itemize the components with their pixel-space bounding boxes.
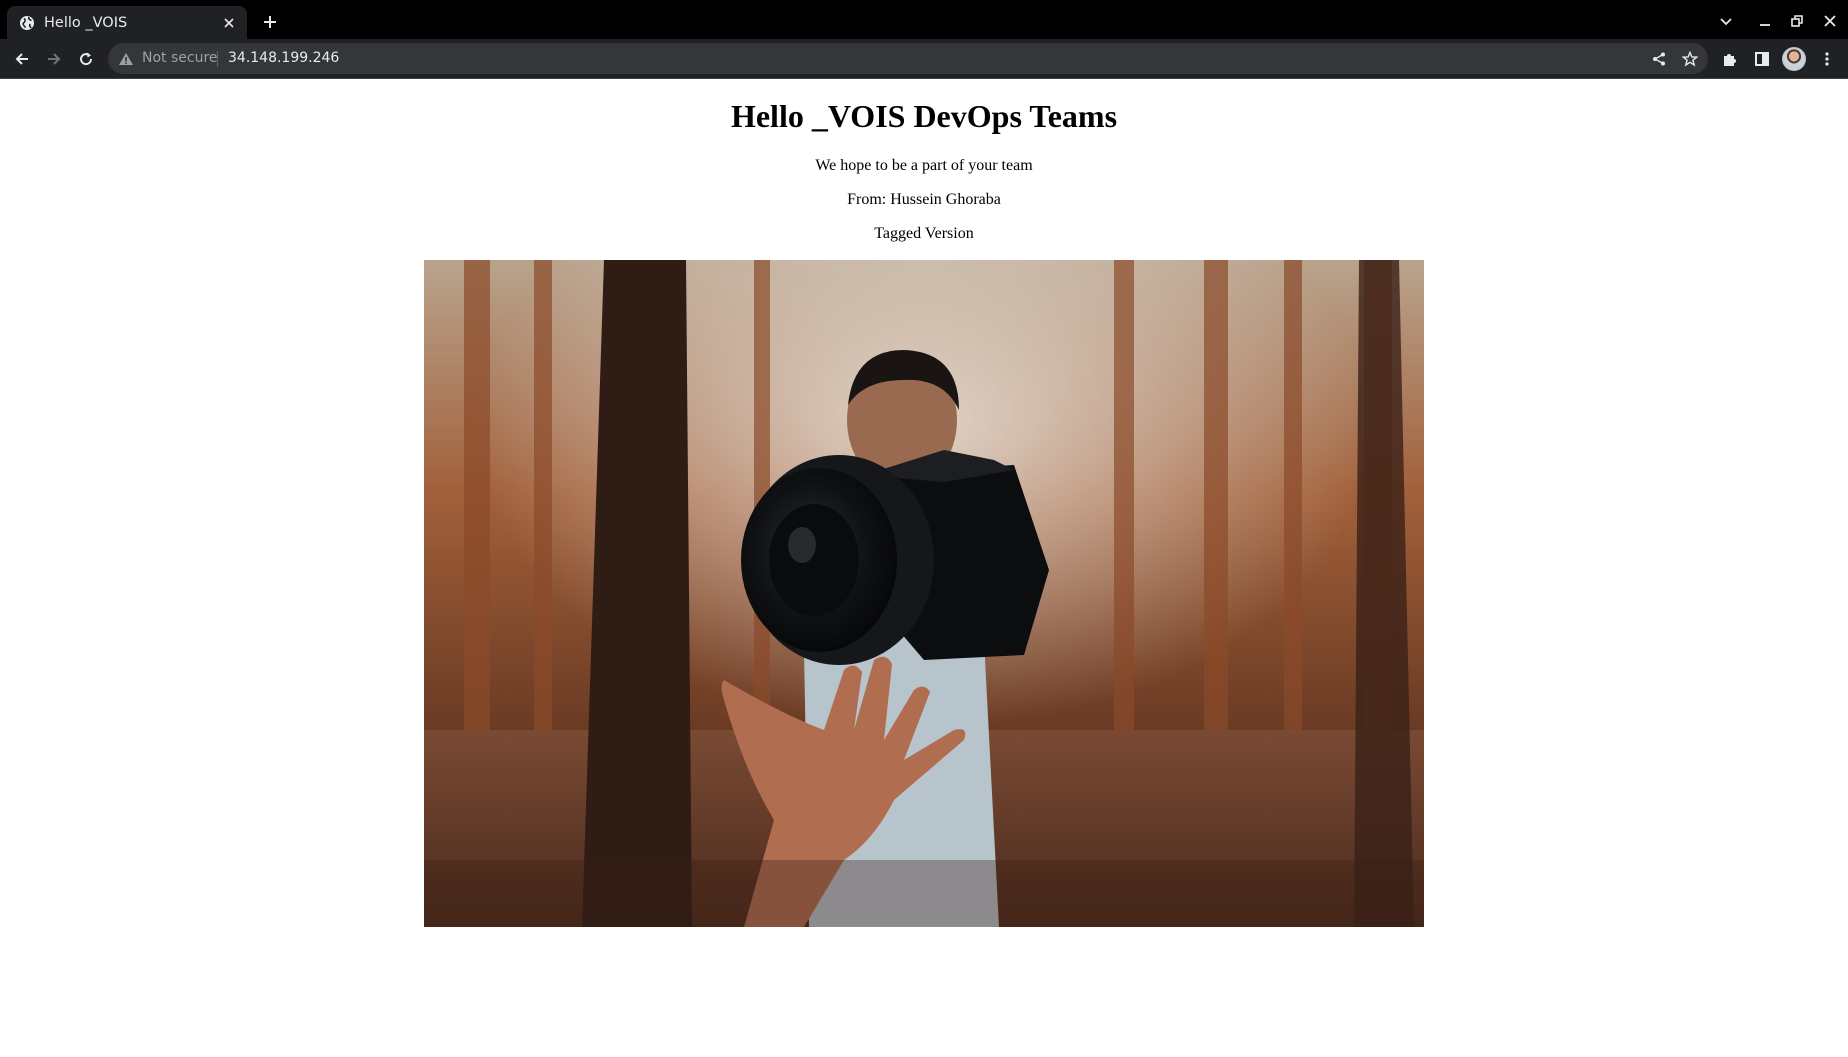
author-text: From: Hussein Ghoraba: [847, 191, 1001, 208]
share-icon[interactable]: [1648, 48, 1670, 70]
window-close-icon[interactable]: [1818, 9, 1842, 33]
omnibox-divider: [217, 51, 218, 67]
minimize-icon[interactable]: [1753, 9, 1777, 33]
warning-icon[interactable]: [118, 51, 134, 67]
web-page: Hello _VOIS DevOps Teams We hope to be a…: [0, 79, 1848, 1057]
reload-icon[interactable]: [74, 47, 98, 71]
back-arrow-icon[interactable]: [10, 47, 34, 71]
tab-strip: Hello _VOIS: [0, 0, 1848, 39]
forward-arrow-icon[interactable]: [42, 47, 66, 71]
browser-tab[interactable]: Hello _VOIS: [7, 6, 247, 39]
camera-photo-image: [424, 260, 1424, 927]
kebab-menu-icon[interactable]: [1815, 47, 1839, 71]
url-text[interactable]: 34.148.199.246: [228, 50, 339, 66]
security-status-label[interactable]: Not secure: [142, 50, 218, 66]
close-icon[interactable]: [219, 13, 239, 33]
address-bar[interactable]: Not secure 34.148.199.246: [108, 43, 1708, 74]
tab-title: Hello _VOIS: [44, 14, 128, 31]
browser-toolbar: Not secure 34.148.199.246: [0, 39, 1848, 78]
restore-icon[interactable]: [1785, 9, 1809, 33]
profile-avatar[interactable]: [1782, 47, 1806, 71]
puzzle-icon[interactable]: [1718, 47, 1742, 71]
globe-icon: [19, 15, 35, 31]
version-text: Tagged Version: [874, 225, 974, 242]
plus-icon[interactable]: [258, 10, 282, 34]
star-icon[interactable]: [1679, 48, 1701, 70]
page-heading: Hello _VOIS DevOps Teams: [730, 98, 1118, 134]
tab-search-chevron-down-icon[interactable]: [1714, 9, 1738, 33]
side-panel-icon[interactable]: [1750, 47, 1774, 71]
message-text: We hope to be a part of your team: [815, 157, 1033, 174]
